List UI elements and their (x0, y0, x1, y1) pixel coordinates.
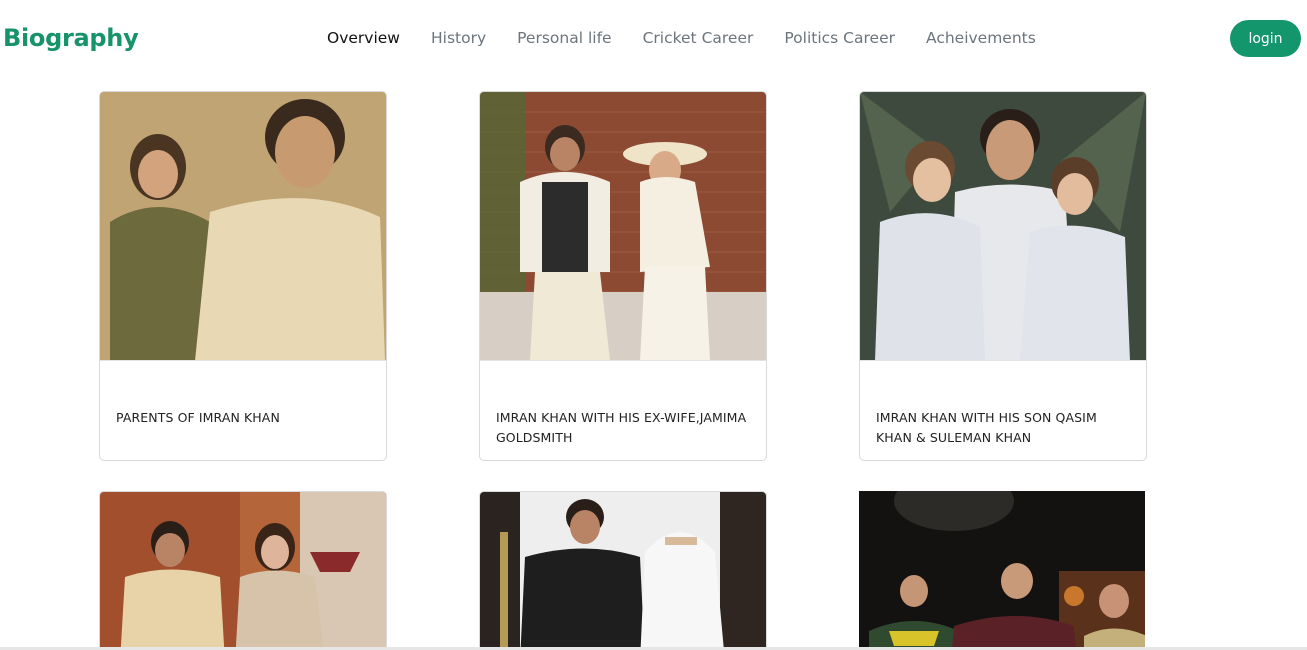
nav-personal-life[interactable]: Personal life (517, 29, 611, 47)
photo-card-reham (99, 491, 387, 650)
nav-history[interactable]: History (431, 29, 486, 47)
photo-card-sons: IMRAN KHAN WITH HIS SON QASIM KHAN & SUL… (859, 91, 1147, 461)
brand-logo[interactable]: Biography (3, 24, 139, 52)
photo-card-family-night (859, 491, 1147, 650)
card-photo-reham (100, 492, 386, 650)
login-button[interactable]: login (1230, 20, 1301, 57)
nav-achievements[interactable]: Acheivements (926, 29, 1036, 47)
nav-overview[interactable]: Overview (327, 29, 400, 47)
card-photo-family-night (859, 491, 1145, 650)
card-caption: IMRAN KHAN WITH HIS EX-WIFE,JAMIMA GOLDS… (496, 410, 747, 445)
photo-card-bushra (479, 491, 767, 650)
photo-card-jemima: IMRAN KHAN WITH HIS EX-WIFE,JAMIMA GOLDS… (479, 91, 767, 461)
nav-cricket-career[interactable]: Cricket Career (643, 29, 754, 47)
card-photo-bushra (480, 492, 766, 650)
card-photo-jemima (480, 92, 766, 361)
nav-politics-career[interactable]: Politics Career (784, 29, 895, 47)
card-caption: IMRAN KHAN WITH HIS SON QASIM KHAN & SUL… (876, 410, 1097, 445)
card-photo-parents (100, 92, 386, 361)
photo-card-parents: PARENTS OF IMRAN KHAN (99, 91, 387, 461)
card-caption: PARENTS OF IMRAN KHAN (116, 410, 280, 425)
navbar: Biography Overview History Personal life… (0, 0, 1307, 78)
card-photo-sons (860, 92, 1146, 361)
nav-links: Overview History Personal life Cricket C… (327, 29, 1067, 47)
